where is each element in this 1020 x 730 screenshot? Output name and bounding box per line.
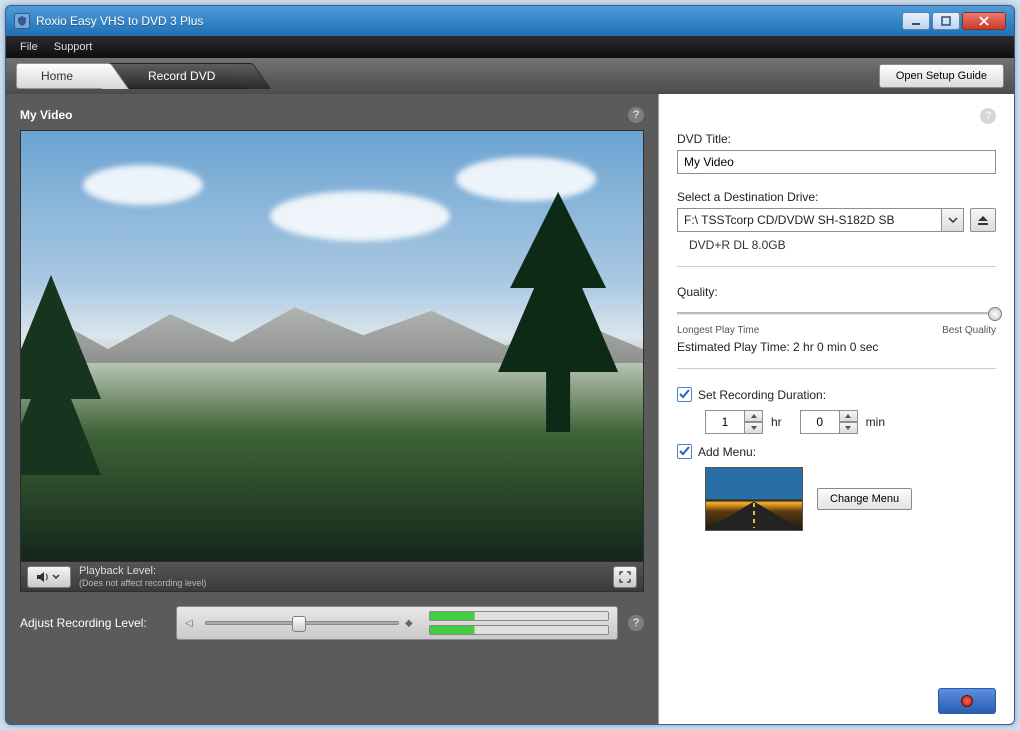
quality-max-label: Best Quality (942, 325, 996, 336)
preview-panel: My Video ? Playback Level: (6, 94, 658, 724)
adjust-recording-panel: ◁ ◆ (176, 606, 618, 640)
quality-label: Quality: (677, 285, 996, 299)
minutes-up-button[interactable] (840, 410, 858, 422)
close-button[interactable] (962, 12, 1006, 30)
chevron-down-icon (948, 215, 958, 225)
adjust-recording-label: Adjust Recording Level: (20, 616, 170, 630)
menu-thumbnail (705, 467, 803, 531)
nav-home-tab[interactable]: Home (16, 63, 107, 89)
preview-title: My Video (20, 108, 628, 122)
estimated-play-time: Estimated Play Time: 2 hr 0 min 0 sec (677, 340, 996, 354)
fullscreen-button[interactable] (613, 566, 637, 588)
add-menu-label: Add Menu: (698, 445, 756, 459)
preview-help-icon[interactable]: ? (628, 107, 644, 123)
speaker-icon (36, 571, 50, 583)
set-duration-label: Set Recording Duration: (698, 388, 826, 402)
toolbar: Home Record DVD Open Setup Guide (6, 58, 1014, 94)
app-window: Roxio Easy VHS to DVD 3 Plus File Suppor… (5, 5, 1015, 725)
nav-record-label: Record DVD (148, 69, 215, 83)
chevron-down-icon (52, 571, 60, 583)
dest-drive-dropdown-button[interactable] (942, 208, 964, 232)
titlebar: Roxio Easy VHS to DVD 3 Plus (6, 6, 1014, 36)
check-icon (679, 389, 690, 400)
record-button[interactable] (938, 688, 996, 714)
fullscreen-icon (619, 571, 631, 583)
quality-slider[interactable] (677, 305, 996, 323)
level-meter-right (429, 625, 609, 635)
video-preview-frame: Playback Level: (Does not affect recordi… (20, 130, 644, 592)
recording-level-slider[interactable] (205, 621, 399, 625)
recording-level-thumb[interactable] (292, 616, 306, 632)
media-info: DVD+R DL 8.0GB (689, 238, 996, 252)
open-setup-guide-button[interactable]: Open Setup Guide (879, 64, 1004, 88)
nav-home-label: Home (41, 69, 73, 83)
nav-record-tab[interactable]: Record DVD (107, 63, 249, 89)
minutes-unit: min (866, 415, 885, 429)
add-menu-checkbox[interactable] (677, 444, 692, 459)
dvd-title-input[interactable] (677, 150, 996, 174)
minutes-down-button[interactable] (840, 422, 858, 434)
speaker-toggle-button[interactable] (27, 566, 71, 588)
playback-bar: Playback Level: (Does not affect recordi… (21, 561, 643, 591)
adjust-help-icon[interactable]: ? (628, 615, 644, 631)
volume-low-icon: ◁ (185, 618, 199, 629)
window-title: Roxio Easy VHS to DVD 3 Plus (36, 14, 900, 28)
video-preview (21, 131, 643, 561)
menu-support[interactable]: Support (46, 36, 101, 58)
eject-icon (977, 214, 989, 226)
quality-slider-thumb[interactable] (988, 307, 1002, 321)
change-menu-button[interactable]: Change Menu (817, 488, 912, 510)
level-meter-left (429, 611, 609, 621)
playback-level-label: Playback Level: (79, 565, 206, 577)
maximize-button[interactable] (932, 12, 960, 30)
dvd-title-label: DVD Title: (677, 132, 996, 146)
volume-high-icon: ◆ (405, 618, 419, 629)
hours-unit: hr (771, 415, 782, 429)
record-icon (961, 695, 973, 707)
check-icon (679, 446, 690, 457)
minimize-button[interactable] (902, 12, 930, 30)
dest-drive-value: F:\ TSSTcorp CD/DVDW SH-S182D SB (684, 213, 895, 227)
menubar: File Support (6, 36, 1014, 58)
settings-help-icon[interactable]: ? (980, 108, 996, 124)
playback-level-note: (Does not affect recording level) (79, 577, 206, 589)
settings-panel: ? DVD Title: Select a Destination Drive:… (658, 94, 1014, 724)
dest-drive-select[interactable]: F:\ TSSTcorp CD/DVDW SH-S182D SB (677, 208, 942, 232)
level-meters (429, 611, 609, 635)
duration-hours-input[interactable] (705, 410, 745, 434)
hours-down-button[interactable] (745, 422, 763, 434)
set-duration-checkbox[interactable] (677, 387, 692, 402)
menu-file[interactable]: File (12, 36, 46, 58)
quality-min-label: Longest Play Time (677, 325, 759, 336)
eject-button[interactable] (970, 208, 996, 232)
dest-drive-label: Select a Destination Drive: (677, 190, 996, 204)
duration-minutes-input[interactable] (800, 410, 840, 434)
hours-up-button[interactable] (745, 410, 763, 422)
app-icon (14, 13, 30, 29)
